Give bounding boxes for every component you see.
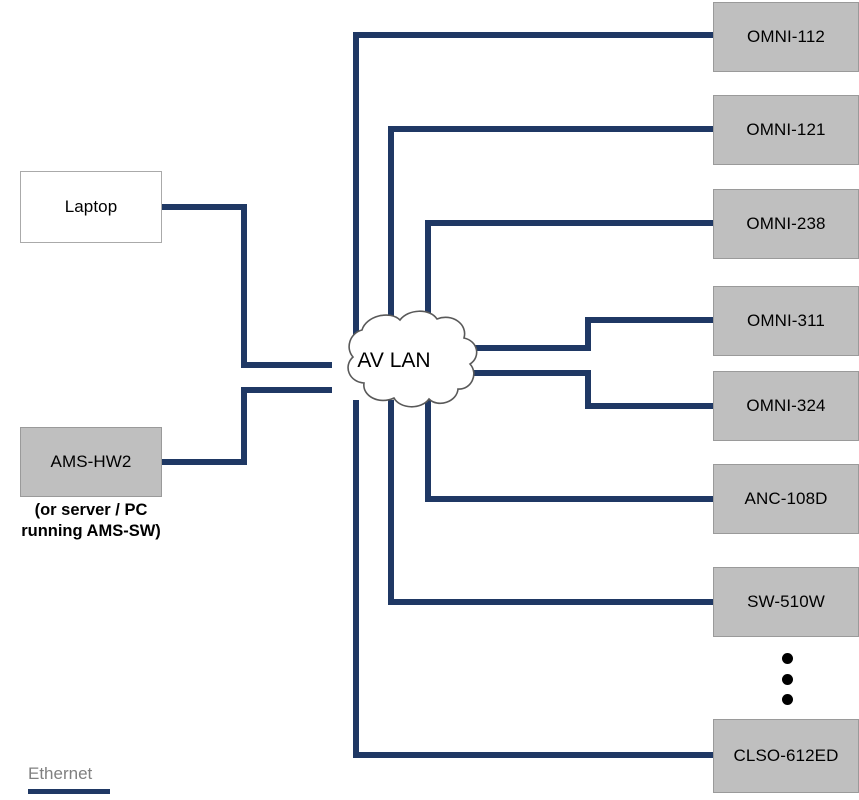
link-cloud-to-omni-311 [455, 317, 713, 351]
vertical-ellipsis-icon [781, 653, 793, 705]
node-sw-510w-label: SW-510W [747, 592, 825, 612]
node-ams-hw2[interactable]: AMS-HW2 [20, 427, 162, 497]
legend-ethernet-line-swatch [28, 789, 110, 794]
ams-hw2-caption-line2: running AMS-SW) [21, 522, 161, 541]
node-laptop[interactable]: Laptop [20, 171, 162, 243]
ellipsis-dot [781, 653, 793, 664]
node-anc-108d-label: ANC-108D [744, 489, 828, 509]
node-omni-324-label: OMNI-324 [746, 396, 826, 416]
link-cloud-to-sw-510w [388, 400, 713, 605]
link-cloud-to-clso-612ed [353, 400, 713, 758]
ellipsis-dot [781, 673, 793, 685]
node-clso-612ed[interactable]: CLSO-612ED [713, 719, 859, 793]
legend-ethernet-label: Ethernet [28, 764, 93, 783]
link-cloud-to-omni-112 [353, 32, 713, 370]
node-omni-112-label: OMNI-112 [747, 27, 825, 47]
node-omni-121[interactable]: OMNI-121 [713, 95, 859, 165]
link-ams-hw2-to-cloud [162, 387, 332, 465]
node-omni-121-label: OMNI-121 [746, 120, 826, 140]
node-omni-324[interactable]: OMNI-324 [713, 371, 859, 441]
node-omni-238-label: OMNI-238 [746, 214, 826, 234]
node-sw-510w[interactable]: SW-510W [713, 567, 859, 637]
node-laptop-label: Laptop [64, 197, 118, 217]
node-omni-311[interactable]: OMNI-311 [713, 286, 859, 356]
av-lan-cloud-label: AV LAN [357, 349, 431, 372]
link-laptop-to-cloud [162, 204, 332, 368]
node-omni-238[interactable]: OMNI-238 [713, 189, 859, 259]
link-cloud-to-omni-324 [455, 370, 713, 409]
node-anc-108d[interactable]: ANC-108D [713, 464, 859, 534]
node-clso-612ed-label: CLSO-612ED [733, 746, 839, 766]
ellipsis-dot [781, 694, 793, 705]
ams-hw2-caption: (or server / PC running AMS-SW) [6, 500, 176, 543]
network-diagram: AV LAN Laptop AMS-HW2 (or server / PC ru… [0, 0, 859, 800]
ams-hw2-caption-line1: (or server / PC [34, 501, 148, 519]
link-cloud-to-omni-238 [425, 220, 713, 360]
node-omni-311-label: OMNI-311 [747, 311, 825, 331]
node-omni-112[interactable]: OMNI-112 [713, 2, 859, 72]
link-cloud-to-omni-121 [388, 126, 713, 370]
link-cloud-to-anc-108d [425, 400, 713, 502]
node-ams-hw2-label: AMS-HW2 [50, 452, 132, 472]
